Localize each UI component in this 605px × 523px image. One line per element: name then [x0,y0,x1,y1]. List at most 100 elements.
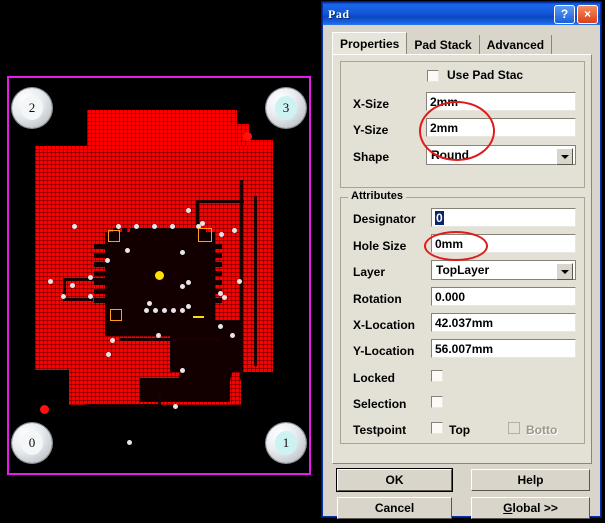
testpoint-bottom-label: Botto [526,423,558,437]
pin-dot [171,308,176,313]
pin-dot [88,275,93,280]
pin-dot [70,283,75,288]
trace [85,404,160,407]
ic-pad [176,228,181,242]
ic-pad [122,228,127,242]
pad-dialog: Pad ? × Properties Pad Stack Advanced Us… [322,2,601,519]
pin-dot [134,224,139,229]
pin-dot [153,308,158,313]
pour-notch [241,372,273,405]
tab-pad-stack[interactable]: Pad Stack [407,35,480,55]
origin-marker [155,271,164,280]
mounting-pad-1[interactable]: 1 [266,423,306,463]
marked-pad [193,316,204,318]
pin-dot [105,258,110,263]
x-location-input[interactable]: 42.037mm [431,313,576,332]
mounting-pad-label: 0 [21,431,43,455]
cancel-button[interactable]: Cancel [337,497,452,519]
pin-dot [173,404,178,409]
pin-dot [186,304,191,309]
ic-pad [133,310,138,324]
selection-checkbox[interactable] [431,396,443,408]
pin-dot [48,279,53,284]
pin-dot [72,224,77,229]
pin-dot [186,280,191,285]
properties-tab-pane: Use Pad Stac X-Size 2mm Y-Size 2mm Shape… [332,54,592,464]
shape-select[interactable]: Round [426,145,576,165]
marked-pad [108,230,120,242]
pin-dot [180,250,185,255]
pin-dot [125,248,130,253]
ic-pad [185,228,190,242]
hole-size-input[interactable]: 0mm [431,234,576,253]
x-size-input[interactable]: 2mm [426,92,576,111]
hole-size-label: Hole Size [353,239,407,253]
testpoint-top-checkbox[interactable] [431,422,443,434]
ok-button[interactable]: OK [337,469,452,491]
attributes-legend: Attributes [348,190,406,202]
dialog-body: Properties Pad Stack Advanced Use Pad St… [324,26,599,519]
mounting-pad-label: 1 [275,431,297,455]
marked-pad [198,228,212,242]
via [40,405,49,414]
mounting-pad-label: 2 [21,96,43,120]
rotation-label: Rotation [353,292,402,306]
screen: 2 3 0 1 Pad ? × Properties Pad Stack Adv… [0,0,605,523]
testpoint-bottom-checkbox [508,422,520,434]
dialog-titlebar[interactable]: Pad ? × [323,3,600,25]
mounting-pad-2[interactable]: 2 [12,88,52,128]
use-pad-stack-checkbox[interactable] [427,70,439,82]
pin-dot [180,284,185,289]
ic-pad [206,280,222,285]
global-button[interactable]: Global >> [471,497,590,519]
pin-dot [180,308,185,313]
help-icon[interactable]: ? [554,4,575,24]
mounting-pad-0[interactable]: 0 [12,423,52,463]
chevron-down-icon[interactable] [556,148,573,165]
designator-value: 0 [435,210,444,225]
layer-label: Layer [353,265,386,279]
chevron-down-icon[interactable] [556,263,573,280]
rotation-input[interactable]: 0.000 [431,287,576,306]
pin-dot [222,295,227,300]
locked-label: Locked [353,371,396,385]
locked-checkbox[interactable] [431,370,443,382]
ic-pad [206,253,222,258]
y-location-input[interactable]: 56.007mm [431,339,576,358]
designator-input[interactable]: 0 [431,208,576,227]
ic-pad [206,271,222,276]
pin-dot [127,440,132,445]
ic-pad [124,310,129,324]
ic-pad [167,228,172,242]
pin-dot [144,308,149,313]
properties-group: Use Pad Stac X-Size 2mm Y-Size 2mm Shape… [340,61,585,188]
marked-pad [110,309,122,321]
use-pad-stack-label: Use Pad Stac [447,68,524,82]
y-size-label: Y-Size [353,123,389,137]
pin-dot [218,324,223,329]
pin-dot [230,333,235,338]
tab-properties[interactable]: Properties [332,32,408,55]
pour-notch [35,370,69,405]
y-location-label: Y-Location [353,344,415,358]
tab-advanced[interactable]: Advanced [480,35,553,55]
ic-pad [94,298,110,303]
designator-label: Designator [353,212,416,226]
trace [198,200,244,203]
layer-select[interactable]: TopLayer [431,260,576,280]
help-button[interactable]: Help [471,469,590,491]
trace [65,278,105,281]
pin-dot [180,368,185,373]
pin-dot [147,301,152,306]
pin-dot [219,232,224,237]
y-size-input[interactable]: 2mm [426,118,576,137]
mounting-pad-3[interactable]: 3 [266,88,306,128]
close-icon[interactable]: × [577,4,598,24]
attributes-group: Attributes Designator 0 Hole Size 0mm La… [340,190,585,444]
ic-pad [131,228,136,242]
pin-dot [106,352,111,357]
pcb-canvas[interactable]: 2 3 0 1 [0,0,322,523]
pin-dot [237,279,242,284]
ic-pad [206,262,222,267]
shape-label: Shape [353,150,390,164]
